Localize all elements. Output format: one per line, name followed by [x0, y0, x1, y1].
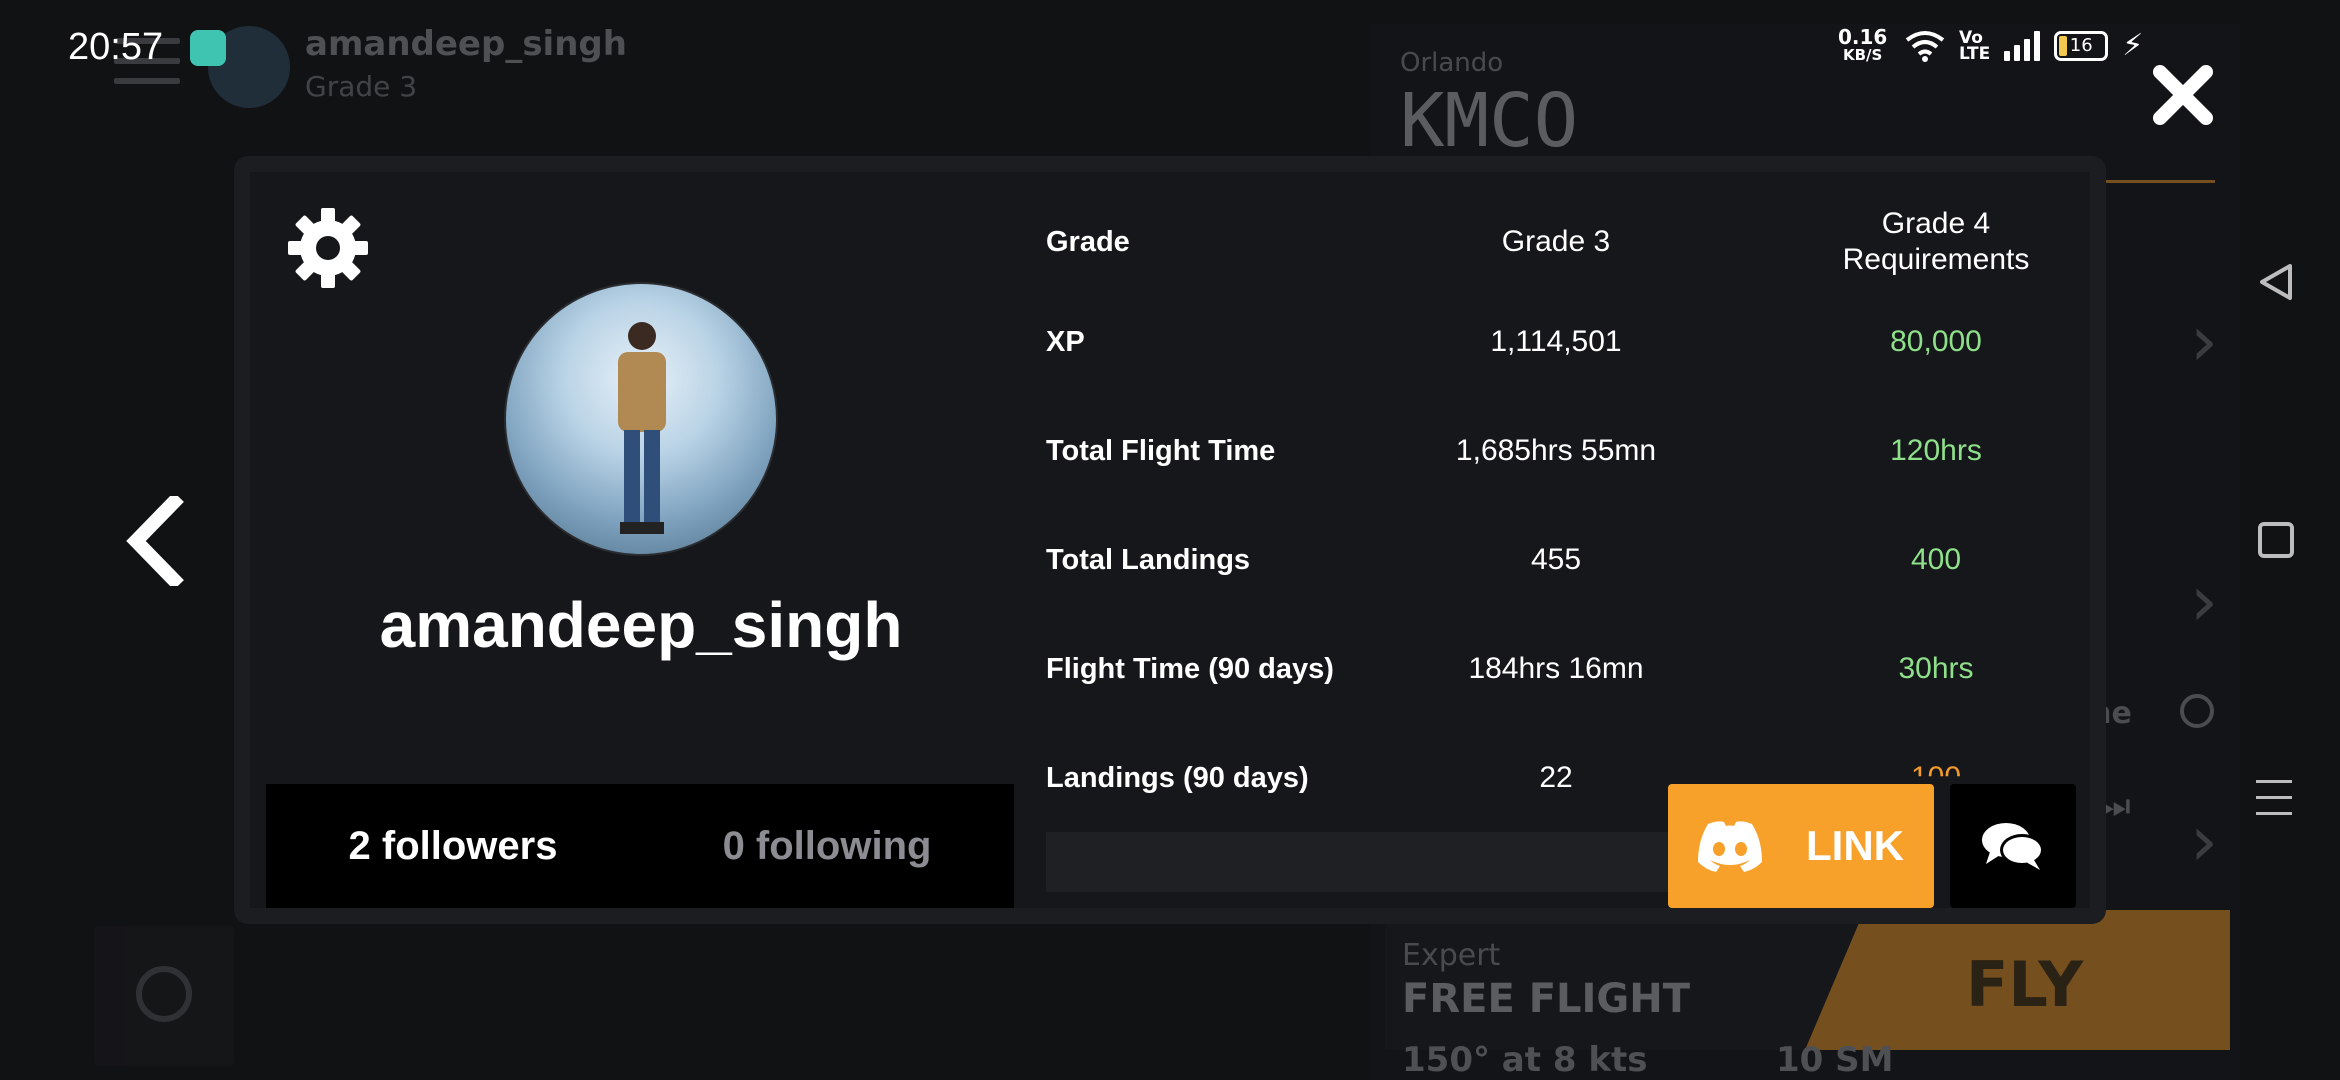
- profile-photo: [618, 322, 666, 534]
- avatar: [504, 282, 778, 556]
- stat-required: 400: [1910, 543, 1962, 576]
- table-header: Grade Grade 3 Grade 4 Requirements: [1046, 192, 2086, 292]
- volte-icon: Vo LTE: [1959, 27, 1991, 64]
- wifi-icon: [1905, 30, 1945, 62]
- stat-required: 80,000: [1890, 325, 1982, 358]
- chevron-right-icon: ›: [2190, 800, 2218, 882]
- visibility-info: 10 SM: [1776, 1040, 1894, 1080]
- table-row: Flight Time (90 days) 184hrs 16mn 30hrs: [1046, 619, 2086, 719]
- network-speed: 0.16 KB/S: [1838, 25, 1888, 64]
- background-username: amandeep_singh: [305, 24, 627, 64]
- followers-count[interactable]: 2 followers: [266, 824, 640, 869]
- stat-required: 30hrs: [1898, 652, 1974, 685]
- link-button-label: LINK: [1806, 822, 1904, 869]
- table-footer: [1046, 832, 1676, 892]
- nav-back-icon[interactable]: [2256, 262, 2296, 302]
- crosshair-icon: [136, 966, 192, 1022]
- profile-modal-content: amandeep_singh 2 followers 0 following G…: [250, 172, 2090, 908]
- header-current-grade: Grade 3: [1501, 225, 1611, 258]
- close-icon[interactable]: [2148, 60, 2218, 130]
- chat-button[interactable]: [1950, 784, 2076, 908]
- difficulty-label: Expert: [1402, 938, 1501, 973]
- airport-city: Orlando: [1400, 48, 1504, 78]
- battery-level: 16: [2069, 35, 2093, 56]
- status-icons: Vo LTE 16 ⚡: [1905, 28, 2143, 63]
- profile-username: amandeep_singh: [379, 589, 903, 661]
- following-count[interactable]: 0 following: [640, 824, 1014, 869]
- status-time: 20:57: [68, 26, 164, 68]
- stat-label: Total Flight Time: [1046, 435, 1276, 467]
- table-row: XP 1,114,501 80,000: [1046, 292, 2086, 392]
- airport-code: KMCO: [1400, 78, 1579, 164]
- stat-label: Landings (90 days): [1046, 762, 1309, 794]
- stat-current: 1,114,501: [1490, 325, 1622, 358]
- network-speed-unit: KB/S: [1843, 46, 1883, 64]
- flight-type: FREE FLIGHT: [1402, 976, 1690, 1022]
- stat-label: Flight Time (90 days): [1046, 653, 1334, 685]
- table-row: Total Landings 455 400: [1046, 510, 2086, 610]
- chevron-right-icon: ›: [2190, 300, 2218, 382]
- header-grade-label: Grade: [1046, 226, 1130, 258]
- background-grade: Grade 3: [305, 70, 418, 103]
- profile-modal: amandeep_singh 2 followers 0 following G…: [234, 156, 2106, 924]
- stat-current: 1,685hrs 55mn: [1455, 434, 1657, 467]
- stat-label: XP: [1046, 326, 1085, 358]
- fly-button: FLY: [1966, 948, 2084, 1021]
- chat-icon: [1982, 823, 2044, 870]
- charging-icon: ⚡: [2122, 28, 2144, 63]
- stat-current: 184hrs 16mn: [1468, 652, 1644, 685]
- discord-link-button[interactable]: LINK: [1668, 784, 1934, 908]
- follow-bar: 2 followers 0 following: [266, 784, 1014, 908]
- stat-current: 455: [1530, 543, 1582, 576]
- wind-info: 150° at 8 kts: [1402, 1040, 1648, 1080]
- chevron-right-icon: ›: [2190, 560, 2218, 642]
- discord-icon: [1698, 821, 1762, 872]
- nav-home-icon[interactable]: [2258, 522, 2294, 558]
- network-speed-value: 0.16: [1838, 25, 1888, 49]
- battery-icon: 16: [2054, 30, 2109, 61]
- header-next-grade: Grade 4 Requirements: [1842, 207, 2030, 276]
- signal-icon: [2004, 30, 2041, 61]
- table-row: Total Flight Time 1,685hrs 55mn 120hrs: [1046, 401, 2086, 501]
- notification-app-icon: [190, 30, 226, 66]
- clock-icon: [2180, 694, 2214, 728]
- previous-arrow-icon[interactable]: [124, 496, 184, 586]
- gear-icon[interactable]: [286, 206, 370, 290]
- stat-required: 120hrs: [1890, 434, 1982, 467]
- stat-label: Total Landings: [1046, 544, 1251, 576]
- nav-recents-icon[interactable]: [2256, 780, 2292, 828]
